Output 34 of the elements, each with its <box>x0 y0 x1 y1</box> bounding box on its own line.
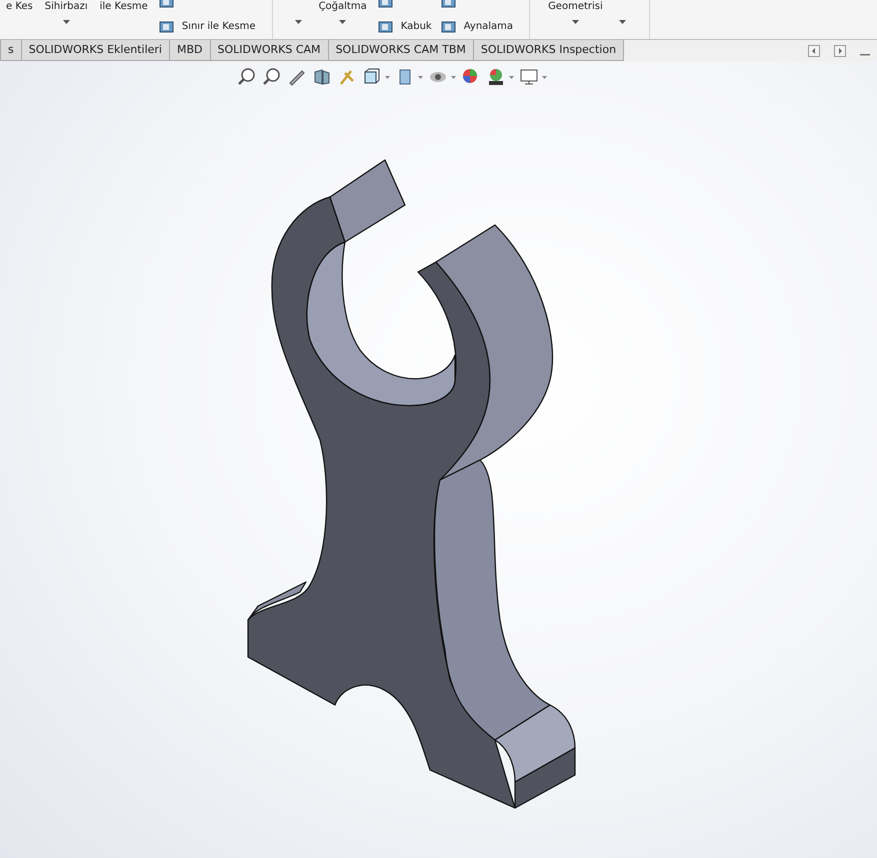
zoom-icon[interactable] <box>237 67 257 87</box>
ribbon-button-label[interactable]: Geometrisi <box>548 0 603 13</box>
ribbon-button-label[interactable]: Kabuk <box>400 21 432 32</box>
caret-icon[interactable] <box>572 20 579 24</box>
caret-icon[interactable] <box>418 76 423 78</box>
tab[interactable]: SOLIDWORKS CAM <box>210 40 329 61</box>
next-icon[interactable] <box>834 44 846 56</box>
ribbon-button-label[interactable]: Sihirbazı <box>44 0 88 13</box>
caret-icon[interactable] <box>385 76 390 78</box>
tab[interactable]: SOLIDWORKS Eklentileri <box>20 40 170 61</box>
tool-icon[interactable] <box>376 18 395 35</box>
tool-icon[interactable] <box>158 18 176 35</box>
monitor-icon[interactable] <box>519 67 539 87</box>
tab[interactable]: s <box>0 40 22 61</box>
caret-icon[interactable] <box>509 76 514 78</box>
tab[interactable]: MBD <box>168 40 210 61</box>
caret-icon[interactable] <box>339 20 346 24</box>
tab[interactable]: SOLIDWORKS Inspection <box>472 40 624 61</box>
scene-ball-icon[interactable] <box>486 67 506 87</box>
caret-icon[interactable] <box>295 20 302 24</box>
tab[interactable]: SOLIDWORKS CAM TBM <box>328 40 474 61</box>
caret-icon[interactable] <box>62 20 70 24</box>
caret-icon[interactable] <box>542 76 547 78</box>
ribbon-button-label[interactable]: Çoğaltma <box>318 0 367 13</box>
previous-icon[interactable] <box>808 44 820 56</box>
ribbon-button-label[interactable]: ile Kesme <box>100 0 148 13</box>
zoom-area-icon[interactable] <box>262 67 282 87</box>
tool-icon[interactable] <box>440 18 458 35</box>
ribbon-button-label[interactable]: Sınır ile Kesme <box>182 21 256 32</box>
caret-icon[interactable] <box>619 20 626 24</box>
section-icon[interactable] <box>312 67 332 87</box>
ribbon-button-label[interactable]: Aynalama <box>464 21 514 32</box>
ribbon-button-label[interactable]: e Kes <box>6 0 33 13</box>
caret-icon[interactable] <box>451 76 456 78</box>
